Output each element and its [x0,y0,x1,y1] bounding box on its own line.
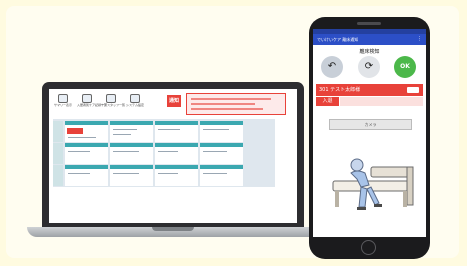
camera-button[interactable]: カメラ [329,119,412,130]
section-label: 離床検知 [359,49,380,55]
alert-button[interactable]: 通知 [167,95,181,107]
resident-cell[interactable] [155,165,198,186]
alert-marker [67,128,83,134]
laptop-notch [152,227,194,231]
toolbar-button-summary[interactable]: サマリー表示 [53,94,73,108]
resident-cell[interactable] [65,121,108,142]
resident-cell[interactable] [155,143,198,164]
cell-text-line [68,173,90,174]
cell-text-line [113,134,131,135]
menu-icon[interactable]: ⋮ [417,34,422,45]
app-title: でいけいケア 離床通知 [317,37,359,42]
grid-row-label [53,165,63,186]
alert-text-line [191,98,271,100]
cell-header [155,143,198,147]
status-badge: 入退 [316,97,339,106]
laptop-screen: サマリー表示 入居者別ケア記録一覧 ケアスタッフ一覧 システム設定 通知 [49,89,297,223]
resident-cell[interactable] [110,165,153,186]
cell-header [200,143,243,147]
settings-icon [130,94,140,103]
cell-header [155,165,198,169]
group-icon [106,94,116,103]
cell-header [200,165,243,169]
cell-text-line [203,173,227,174]
home-button[interactable] [361,240,376,255]
bed-illustration [332,158,414,210]
toolbar-button-staff[interactable]: ケアスタッフ一覧 [101,94,125,108]
cell-header [65,165,108,169]
cell-text-line [68,151,90,152]
cell-header [200,121,243,125]
cell-header [65,121,108,125]
alert-panel [186,93,286,115]
grid-row-label [53,121,63,142]
resident-name: 301 テスト太郎様 [319,87,361,93]
cell-text-line [113,129,137,130]
resident-cell[interactable] [110,143,153,164]
status-strip [340,97,423,106]
cell-header [65,143,108,147]
cell-text-line [203,151,227,152]
cell-text-line [158,151,178,152]
resident-cell[interactable] [200,143,243,164]
grid-icon [58,94,68,103]
cell-header [110,143,153,147]
cell-text-line [113,151,139,152]
alert-text-line [191,108,263,110]
phone-screen: でいけいケア 離床通知 ⋮ 離床検知 ↶ ⟳ OK 301 テスト太郎様 入退 … [313,29,426,237]
resident-cell[interactable] [65,165,108,186]
resident-cell[interactable] [200,165,243,186]
cell-text-line [68,137,96,138]
cell-header [110,165,153,169]
app-bar: でいけいケア 離床通知 ⋮ [313,34,426,45]
resident-cell[interactable] [200,121,243,142]
phone-speaker [357,22,381,25]
cell-text-line [158,173,178,174]
cell-text-line [113,173,139,174]
alert-text-line [191,103,255,105]
resident-cell[interactable] [110,121,153,142]
toolbar-button-settings[interactable]: システム設定 [125,94,145,108]
tag-icon [407,87,419,93]
cell-header [155,121,198,125]
resident-cell[interactable] [155,121,198,142]
grid-row-label [53,143,63,164]
refresh-icon: ⟳ [364,61,374,72]
resident-cell[interactable] [65,143,108,164]
cell-header [110,121,153,125]
back-arrow-icon: ↶ [327,61,337,72]
resident-grid [53,119,275,187]
cell-text-line [158,129,180,130]
toolbar-button-care-records[interactable]: 入居者別ケア記録一覧 [77,94,107,108]
refresh-button[interactable]: ⟳ [358,56,380,78]
cell-text-line [203,129,229,130]
ok-button[interactable]: OK [394,56,416,78]
back-button[interactable]: ↶ [321,56,343,78]
resident-header: 301 テスト太郎様 [316,84,423,96]
list-icon [82,94,92,103]
